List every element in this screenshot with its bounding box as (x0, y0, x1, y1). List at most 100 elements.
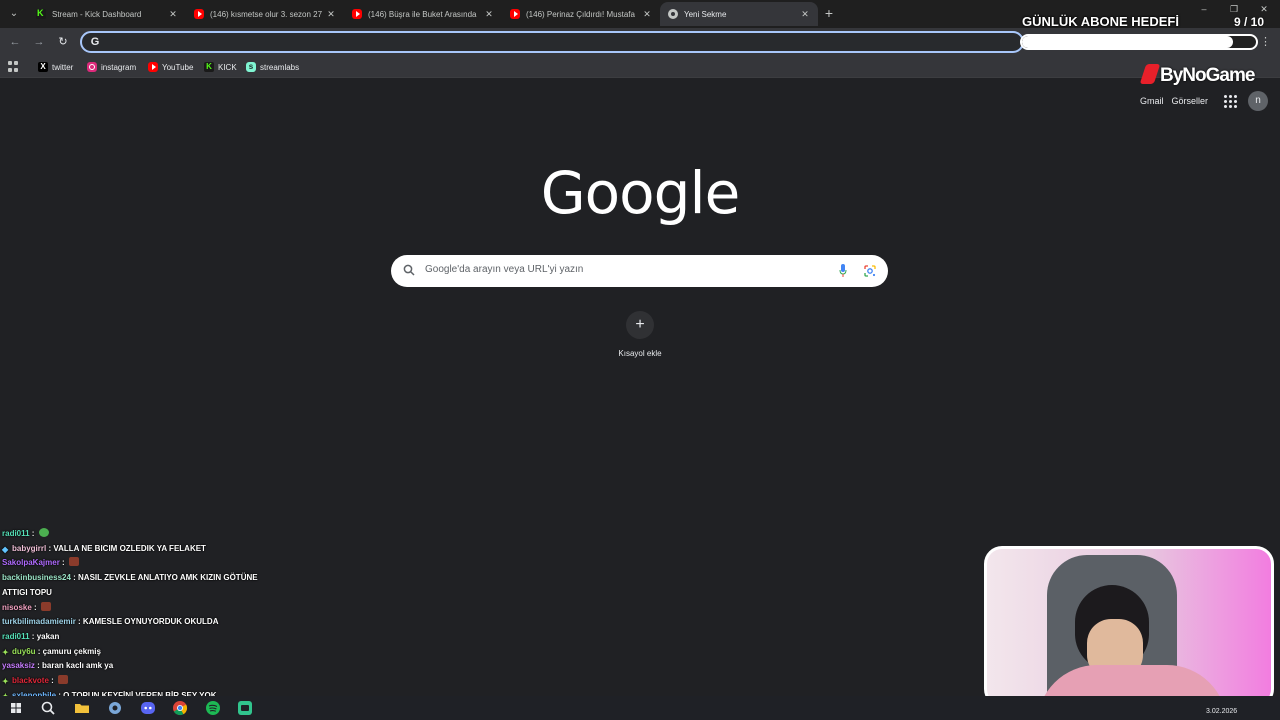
restore-icon[interactable]: ❐ (1227, 4, 1241, 15)
tab-title: Stream - Kick Dashboard (52, 9, 142, 19)
file-explorer-icon[interactable] (73, 699, 91, 717)
bookmark-instagram[interactable]: instagram (87, 60, 136, 74)
youtube-icon (148, 62, 158, 72)
subscriber-goal-fill (1022, 36, 1233, 48)
chat-message: ✦ duy6u : çamuru çekmiş (2, 645, 264, 660)
chat-message: radi011 : (2, 527, 264, 542)
tab-youtube-3[interactable]: (146) Perinaz Çıldırdı! Mustafa ✕ (502, 2, 660, 26)
chat-username: duy6u (12, 646, 36, 656)
app-icon[interactable] (106, 699, 124, 717)
chat-text: çamuru çekmiş (42, 646, 101, 656)
subscriber-badge-icon: ✦ (2, 647, 9, 657)
close-icon[interactable]: ✕ (326, 9, 336, 20)
chat-message: radi011 : yakan (2, 630, 264, 645)
back-arrow-icon[interactable]: ← (8, 35, 22, 49)
kick-icon (36, 8, 46, 19)
add-shortcut-button[interactable]: + Kısayol ekle (608, 311, 672, 358)
subscriber-badge-icon: ✦ (2, 677, 9, 687)
chat-message: yasaksiz : baran kaclı amk ya (2, 659, 264, 674)
chat-username: nisoske (2, 602, 32, 612)
instagram-icon (87, 62, 97, 72)
close-icon[interactable]: ✕ (642, 9, 652, 20)
chat-text: VALLA NE BICIM OZLEDIK YA FELAKET (53, 543, 206, 553)
bookmark-twitter[interactable]: X twitter (38, 60, 73, 74)
bookmark-label: instagram (101, 62, 137, 72)
gem-badge-icon: ◆ (2, 544, 9, 554)
chat-message: nisoske : (2, 601, 264, 616)
search-icon (403, 264, 415, 276)
chat-separator: : (34, 661, 43, 671)
add-shortcut-label: Kısayol ekle (618, 349, 662, 358)
sponsor-logo: ByNoGame (1139, 64, 1255, 87)
gmail-link[interactable]: Gmail (1140, 96, 1164, 106)
emote-icon (38, 528, 49, 537)
search-icon[interactable] (39, 699, 57, 717)
avatar[interactable]: n (1248, 91, 1268, 111)
microphone-icon[interactable] (839, 264, 847, 277)
window-close-icon[interactable]: ✕ (1257, 4, 1271, 15)
tab-kick-dashboard[interactable]: Stream - Kick Dashboard ✕ (28, 2, 186, 26)
bookmark-youtube[interactable]: YouTube (148, 60, 193, 74)
images-link[interactable]: Görseller (1171, 96, 1208, 106)
search-placeholder: Google'da arayın veya URL'yi yazın (425, 264, 584, 275)
chat-username: radi011 (2, 529, 30, 538)
taskbar-date: 3.02.2026 (1206, 708, 1238, 715)
minimize-icon[interactable]: – (1197, 4, 1211, 14)
subscriber-goal-count: 9 / 10 (1234, 15, 1265, 29)
sponsor-name: ByNoGame (1160, 65, 1255, 86)
address-bar[interactable]: G (80, 31, 1024, 53)
tab-youtube-2[interactable]: (146) Büşra ile Buket Arasında ✕ (344, 2, 502, 26)
bookmark-streamlabs[interactable]: s streamlabs (246, 60, 299, 74)
chat-separator: : (29, 529, 37, 538)
chrome-icon[interactable] (171, 699, 189, 717)
emote-icon (40, 601, 51, 611)
reload-icon[interactable]: ↻ (56, 35, 70, 49)
google-apps-icon[interactable] (1222, 93, 1238, 109)
subscriber-goal-title: GÜNLÜK ABONE HEDEFİ (1022, 14, 1179, 29)
bookmark-label: twitter (52, 62, 74, 72)
new-tab-plus-icon[interactable]: + (822, 5, 836, 21)
bynogame-logo-icon (1139, 64, 1161, 84)
chat-overlay: radi011 : ◆ babygirrl : VALLA NE BICIM OZ… (2, 527, 264, 703)
chat-message: SakolpaKajmer : (2, 556, 264, 571)
chat-message: backinbusiness24 : NASIL ZEVKLE ANLATIYO… (2, 571, 264, 600)
subscriber-goal-bar (1020, 34, 1258, 50)
more-menu-icon[interactable]: ⋮ (1260, 35, 1271, 49)
streamlabs-icon: s (246, 62, 256, 72)
close-icon[interactable]: ✕ (800, 9, 810, 20)
webcam-feed (984, 546, 1274, 707)
chat-text: baran kaclı amk ya (42, 661, 114, 671)
tab-new-tab[interactable]: Yeni Sekme ✕ (660, 2, 818, 26)
youtube-icon (352, 9, 362, 19)
emote-icon (58, 675, 69, 685)
tab-search-chevron-icon[interactable]: ⌄ (6, 6, 22, 22)
chat-separator: : (31, 602, 39, 612)
search-box[interactable]: Google'da arayın veya URL'yi yazın (391, 255, 888, 287)
bookmark-kick[interactable]: K KICK (204, 60, 237, 74)
x-icon: X (38, 62, 48, 72)
close-icon[interactable]: ✕ (484, 9, 494, 20)
google-lens-icon[interactable] (863, 264, 877, 278)
close-icon[interactable]: ✕ (168, 9, 178, 20)
chat-text: KAMESLE OYNUYORDUK OKULDA (82, 617, 219, 627)
chat-message: turkbilimadamiemir : KAMESLE OYNUYORDUK … (2, 615, 264, 630)
chat-username: radi011 (2, 631, 30, 641)
forward-arrow-icon[interactable]: → (32, 35, 46, 49)
plus-icon: + (626, 311, 654, 339)
top-links: Gmail Görseller n (1140, 91, 1268, 111)
youtube-icon (194, 9, 204, 19)
tab-youtube-1[interactable]: (146) kısmetse olur 3. sezon 27 ✕ (186, 2, 344, 26)
tab-title: (146) Büşra ile Buket Arasında (368, 9, 477, 19)
chat-separator: : (70, 573, 79, 583)
bookmark-label: KICK (218, 62, 237, 72)
apps-grid-icon[interactable] (8, 61, 19, 72)
windows-start-icon[interactable] (7, 699, 25, 717)
chat-username: babygirrl (12, 543, 47, 553)
kick-icon: K (204, 62, 214, 72)
bookmark-label: streamlabs (260, 62, 300, 72)
bookmarks-bar: X twitter instagram YouTube K KICK s str… (0, 56, 1280, 78)
discord-icon[interactable] (139, 699, 157, 717)
chat-text: yakan (36, 631, 60, 641)
spotify-icon[interactable] (204, 699, 222, 717)
streaming-app-icon[interactable] (236, 699, 254, 717)
